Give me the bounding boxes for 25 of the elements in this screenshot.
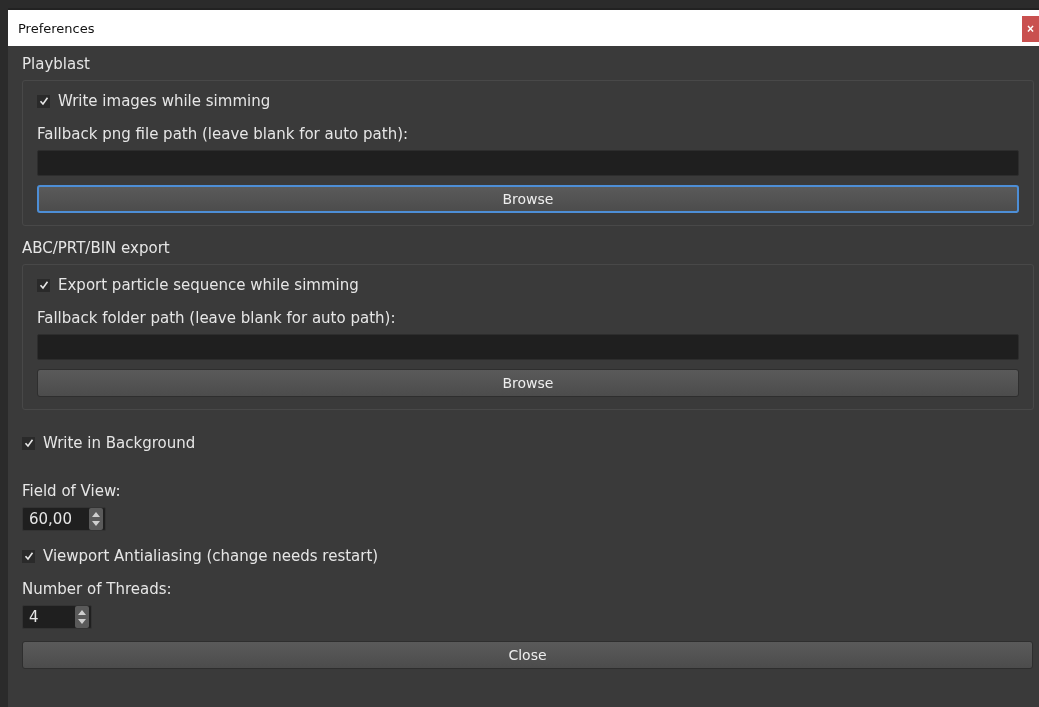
close-button[interactable]: × <box>1022 16 1039 42</box>
checkbox[interactable] <box>22 549 35 563</box>
window-title: Preferences <box>18 20 95 36</box>
spin-box[interactable]: 4 <box>22 605 92 629</box>
browse-button[interactable]: Browse <box>37 185 1019 213</box>
browse-button[interactable]: Browse <box>37 369 1019 397</box>
checkbox-label[interactable]: Write in Background <box>43 434 196 452</box>
checkbox-label[interactable]: Write images while simming <box>58 92 271 110</box>
group-title: Playblast <box>22 54 91 74</box>
checkbox[interactable] <box>22 436 35 450</box>
field-label: Number of Threads: <box>22 579 173 600</box>
spin-arrows-icon[interactable] <box>89 508 103 530</box>
path-field[interactable] <box>37 150 1019 176</box>
checkbox-label[interactable]: Viewport Antialiasing (change needs restart) <box>43 547 379 565</box>
field-label: Fallback folder path (leave blank for auto path): <box>37 308 397 329</box>
field-label: Field of View: <box>22 481 122 502</box>
close-button[interactable]: Close <box>22 641 1033 669</box>
spin-box[interactable]: 60,00 <box>22 507 106 531</box>
checkbox[interactable] <box>37 278 50 292</box>
checkbox[interactable] <box>37 94 50 108</box>
group-title: ABC/PRT/BIN export <box>22 238 171 258</box>
spin-arrows-icon[interactable] <box>75 606 89 628</box>
path-field[interactable] <box>37 334 1019 360</box>
field-label: Fallback png file path (leave blank for auto path): <box>37 124 410 145</box>
checkbox-label[interactable]: Export particle sequence while simming <box>58 276 359 294</box>
